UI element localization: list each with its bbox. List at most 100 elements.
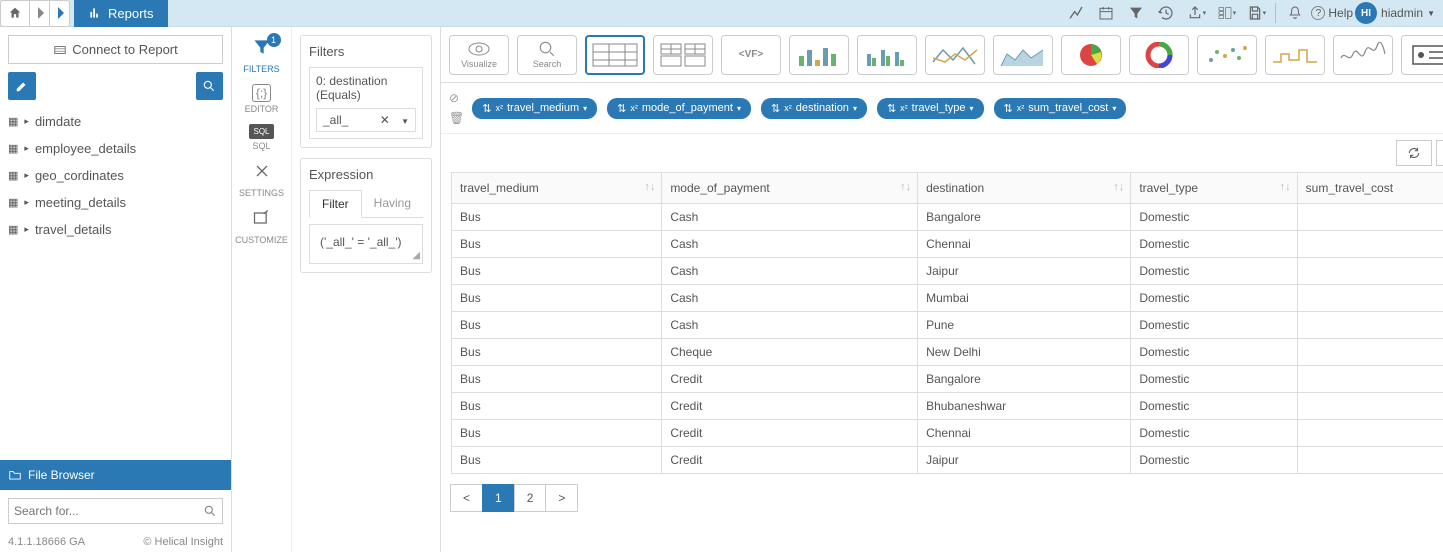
home-button[interactable] [0, 0, 30, 27]
grouped-bar-button[interactable] [857, 35, 917, 75]
table-cell: Domestic [1131, 258, 1297, 285]
datasource-item[interactable]: ▦▸meeting_details [8, 189, 223, 216]
datasource-list: ▦▸dimdate▦▸employee_details▦▸geo_cordina… [0, 108, 231, 460]
page-button[interactable]: 1 [482, 484, 515, 512]
connect-to-report-button[interactable]: Connect to Report [8, 35, 223, 64]
save-icon[interactable]: ▾ [1242, 1, 1270, 25]
resize-icon[interactable]: ◢ [412, 250, 420, 261]
table-cell: Cash [662, 258, 918, 285]
caret-down-icon[interactable]: ▼ [401, 117, 409, 126]
edit-button[interactable] [8, 72, 36, 100]
datasource-item[interactable]: ▦▸employee_details [8, 135, 223, 162]
chart-search-button[interactable]: Search [517, 35, 577, 75]
search-input[interactable] [14, 504, 203, 518]
trash-icon[interactable]: 🗑 [449, 111, 464, 125]
chevron-right-icon: ▸ [24, 170, 29, 181]
field-pill[interactable]: ⇅x² mode_of_payment ▾ [607, 98, 751, 119]
sort-icon[interactable]: ↑↓ [1113, 181, 1124, 193]
field-pill[interactable]: ⇅x² sum_travel_cost ▾ [994, 98, 1127, 119]
refresh-button[interactable] [1396, 140, 1432, 166]
sort-icon[interactable]: ↑↓ [900, 181, 911, 193]
filter-value-input[interactable]: _all_ ✕ ▼ [316, 108, 416, 132]
reports-tab[interactable]: Reports [74, 0, 168, 27]
rail-settings[interactable]: SETTINGS [234, 157, 290, 202]
datasource-name: employee_details [35, 141, 136, 156]
column-label: travel_type [1139, 181, 1198, 195]
column-header[interactable]: travel_type ↑↓ [1131, 173, 1297, 204]
field-pill[interactable]: ⇅x² travel_type ▾ [877, 98, 984, 119]
user-menu[interactable]: HI hiadmin ▼ [1355, 2, 1435, 24]
rail-customize[interactable]: CUSTOMIZE [234, 204, 290, 249]
rail-filters[interactable]: 1 FILTERS [234, 33, 290, 78]
layout-icon[interactable]: ▾ [1212, 1, 1240, 25]
rail-editor[interactable]: {;} EDITOR [234, 80, 290, 118]
datasource-item[interactable]: ▦▸geo_cordinates [8, 162, 223, 189]
area-chart-button[interactable] [993, 35, 1053, 75]
share-icon[interactable]: ▾ [1182, 1, 1210, 25]
sort-icon[interactable]: ↑↓ [1280, 181, 1291, 193]
pie2-button[interactable] [1129, 35, 1189, 75]
table-row[interactable]: BusCreditBangaloreDomestic7,200 [452, 366, 1443, 393]
table-row[interactable]: BusCashBangaloreDomestic10,592 [452, 204, 1443, 231]
column-header[interactable]: mode_of_payment↑↓ [662, 173, 918, 204]
scatter-button[interactable] [1197, 35, 1257, 75]
calendar-icon[interactable] [1092, 1, 1120, 25]
vf-button[interactable]: <VF> [721, 35, 781, 75]
page-button[interactable]: > [545, 484, 578, 512]
filter-item[interactable]: 0: destination (Equals) _all_ ✕ ▼ [309, 67, 423, 139]
fx-icon: x² [784, 103, 792, 113]
crosstab-button[interactable] [653, 35, 713, 75]
table-cell: Credit [662, 366, 918, 393]
spark-button[interactable] [1333, 35, 1393, 75]
search-icon[interactable] [203, 504, 217, 518]
breadcrumb-separator [30, 0, 50, 27]
page-button[interactable]: < [450, 484, 483, 512]
table-cell: Domestic [1131, 339, 1297, 366]
table-row[interactable]: BusCreditChennaiDomestic15,622 [452, 420, 1443, 447]
file-browser-button[interactable]: File Browser [0, 460, 231, 490]
table-chart-button[interactable] [585, 35, 645, 75]
filter-tool-icon[interactable] [1122, 1, 1150, 25]
field-pill[interactable]: ⇅x² travel_medium ▾ [472, 98, 597, 119]
eye-off-icon[interactable]: ⊘ [449, 91, 464, 105]
table-row[interactable]: BusChequeNew DelhiDomestic3,135 [452, 339, 1443, 366]
table-row[interactable]: BusCreditJaipurDomestic13,038 [452, 447, 1443, 474]
visualize-button[interactable]: Visualize [449, 35, 509, 75]
expression-editor[interactable]: ('_all_' = '_all_') ◢ [309, 224, 423, 264]
bell-icon[interactable] [1281, 1, 1309, 25]
bar-chart-button[interactable] [789, 35, 849, 75]
help-button[interactable]: ? Help [1311, 6, 1353, 20]
column-header[interactable]: travel_medium↑↓ [452, 173, 662, 204]
clear-icon[interactable]: ✕ [380, 113, 390, 127]
datasource-item[interactable]: ▦▸dimdate [8, 108, 223, 135]
line-chart-button[interactable] [925, 35, 985, 75]
table-row[interactable]: BusCashJaipurDomestic4,130 [452, 258, 1443, 285]
step-button[interactable] [1265, 35, 1325, 75]
pie1-button[interactable] [1061, 35, 1121, 75]
tab-having[interactable]: Having [362, 190, 423, 217]
sort-icon[interactable]: ↑↓ [644, 181, 655, 193]
sparkline-icon [1339, 42, 1387, 68]
table-row[interactable]: BusCashChennaiDomestic4,860 [452, 231, 1443, 258]
pagesize-select[interactable]: 10▾ [1436, 140, 1443, 166]
tab-filter[interactable]: Filter [309, 190, 362, 218]
table-cell: 3,135 [1297, 339, 1443, 366]
pagination: <12> [451, 484, 1443, 512]
column-header[interactable]: sum_travel_cost↑↓ [1297, 173, 1443, 204]
rail-sql[interactable]: SQL SQL [234, 120, 290, 155]
table-cell: Credit [662, 420, 918, 447]
page-button[interactable]: 2 [514, 484, 547, 512]
table-row[interactable]: BusCreditBhubaneshwarDomestic4,800 [452, 393, 1443, 420]
table-cell: Cash [662, 312, 918, 339]
datasource-item[interactable]: ▦▸travel_details [8, 216, 223, 243]
card-button[interactable] [1401, 35, 1443, 75]
history-icon[interactable] [1152, 1, 1180, 25]
table-row[interactable]: BusCashMumbaiDomestic5,600 [452, 285, 1443, 312]
column-header[interactable]: destination↑↓ [918, 173, 1131, 204]
table-cell: Bus [452, 231, 662, 258]
table-cell: Bus [452, 339, 662, 366]
search-button[interactable] [196, 72, 224, 100]
table-row[interactable]: BusCashPuneDomestic4,000 [452, 312, 1443, 339]
chart-tool-icon[interactable] [1062, 1, 1090, 25]
field-pill[interactable]: ⇅x² destination ▾ [761, 98, 867, 119]
